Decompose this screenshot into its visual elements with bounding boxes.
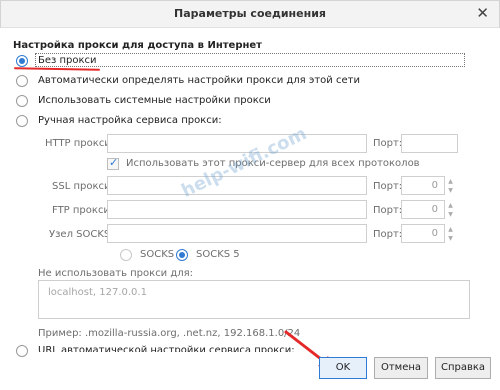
no-proxy-textarea[interactable]: localhost, 127.0.0.1 [38,280,470,319]
radio-system-proxy[interactable] [16,95,28,107]
socks5-label[interactable]: SOCKS 5 [196,249,240,260]
radio-no-proxy[interactable] [16,55,28,67]
http-proxy-label: HTTP прокси: [45,138,115,149]
no-proxy-for-label: Не использовать прокси для: [38,268,194,279]
auto-config-label[interactable]: URL автоматической настройки сервиса про… [38,345,295,352]
radio-auto-config-url[interactable] [16,345,28,357]
http-port-input[interactable] [401,134,458,153]
ftp-proxy-input[interactable] [107,200,367,219]
ssl-proxy-input[interactable] [107,176,367,195]
ssl-proxy-label: SSL прокси: [52,181,114,192]
use-for-all-checkbox[interactable] [107,156,119,170]
ftp-port-input[interactable]: 0 ▲ ▼ [401,200,453,219]
ssl-port-label: Порт: [373,181,403,192]
no-proxy-label[interactable]: Без прокси [38,55,97,66]
socks-host-label: Узел SOCKS: [49,229,114,240]
system-proxy-label[interactable]: Использовать системные настройки прокси [38,95,271,106]
manual-proxy-label[interactable]: Ручная настройка сервиса прокси: [38,115,222,126]
radio-socks5[interactable] [176,249,188,261]
cancel-button[interactable]: Отмена [374,357,428,379]
ok-button[interactable]: OK [319,357,367,379]
no-proxy-placeholder: localhost, 127.0.0.1 [48,287,147,298]
auto-detect-label[interactable]: Автоматически определять настройки прокс… [38,75,360,86]
spinner-arrows-icon[interactable]: ▲ ▼ [445,177,456,196]
ftp-port-value: 0 [431,204,438,215]
title-bar: Параметры соединения ✕ [0,0,500,28]
help-button[interactable]: Справка [435,357,491,379]
proxy-section-title: Настройка прокси для доступа в Интернет [13,40,262,51]
spinner-arrows-icon[interactable]: ▲ ▼ [445,225,456,244]
radio-socks4[interactable] [120,249,132,261]
socks-port-label: Порт: [373,229,403,240]
radio-manual-proxy[interactable] [16,115,28,127]
red-annotation-underline [13,67,101,71]
http-port-label: Порт: [373,138,403,149]
socks-port-value: 0 [431,228,438,239]
window-title: Параметры соединения [174,7,326,20]
socks-host-input[interactable] [107,224,367,243]
radio-auto-detect[interactable] [16,75,28,87]
ssl-port-value: 0 [431,180,438,191]
http-proxy-input[interactable] [107,134,367,153]
ftp-proxy-label: FTP прокси: [52,205,114,216]
close-icon[interactable]: ✕ [476,5,489,21]
socks-port-input[interactable]: 0 ▲ ▼ [401,224,453,243]
spinner-arrows-icon[interactable]: ▲ ▼ [445,201,456,220]
ssl-port-input[interactable]: 0 ▲ ▼ [401,176,453,195]
no-proxy-example: Пример: .mozilla-russia.org, .net.nz, 19… [38,328,301,339]
ftp-port-label: Порт: [373,205,403,216]
focus-outline [35,53,465,67]
